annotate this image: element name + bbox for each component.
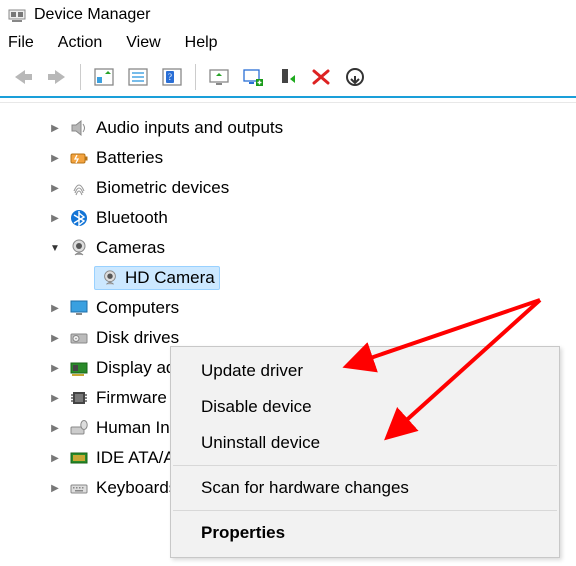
monitor-plus-icon [242,67,264,87]
chevron-down-icon[interactable]: ▼ [48,241,62,255]
context-menu: Update driver Disable device Uninstall d… [170,346,560,558]
tree-label: Bluetooth [96,208,168,228]
scan-button[interactable] [202,62,236,92]
context-menu-separator [173,510,557,511]
chip-icon [68,387,90,409]
show-hidden-button[interactable] [87,62,121,92]
chevron-right-icon[interactable]: ▶ [48,301,62,315]
cm-update-driver[interactable]: Update driver [171,353,559,389]
toolbar-separator [80,64,81,90]
menu-help[interactable]: Help [185,34,218,52]
bluetooth-icon [68,207,90,229]
ide-icon [68,447,90,469]
tree-label: Cameras [96,238,165,258]
nav-forward-button[interactable] [40,62,74,92]
monitor-icon [68,297,90,319]
delete-x-icon [310,67,332,87]
menu-file[interactable]: File [8,34,34,52]
tree-label: HD Camera [125,268,215,288]
arrow-left-icon [12,68,34,86]
tree-node-audio[interactable]: ▶ Audio inputs and outputs [0,113,576,143]
fingerprint-icon [68,177,90,199]
chevron-right-icon[interactable]: ▶ [48,181,62,195]
tree-node-cameras[interactable]: ▼ Cameras [0,233,576,263]
chevron-right-icon[interactable]: ▶ [48,391,62,405]
titlebar: Device Manager [0,0,576,30]
panel-icon [93,67,115,87]
context-menu-separator [173,465,557,466]
camera-icon [99,267,121,289]
menubar: File Action View Help [0,30,576,58]
cm-disable-device[interactable]: Disable device [171,389,559,425]
chevron-right-icon[interactable]: ▶ [48,121,62,135]
add-hardware-button[interactable] [236,62,270,92]
keyboard-icon [68,477,90,499]
eject-green-icon [276,67,298,87]
uninstall-button[interactable] [304,62,338,92]
chevron-right-icon[interactable]: ▶ [48,151,62,165]
help-icon: ? [161,67,183,87]
menu-view[interactable]: View [126,34,160,52]
properties-list-button[interactable] [121,62,155,92]
help-button[interactable]: ? [155,62,189,92]
device-manager-icon [8,6,26,24]
tree-label: Firmware [96,388,167,408]
tree-label: Batteries [96,148,163,168]
window-title: Device Manager [34,6,151,24]
battery-icon [68,147,90,169]
tree-label: Keyboards [96,478,177,498]
chevron-right-icon[interactable]: ▶ [48,421,62,435]
display-adapter-icon [68,357,90,379]
camera-icon [68,237,90,259]
tree-label: Biometric devices [96,178,229,198]
speaker-icon [68,117,90,139]
cm-properties[interactable]: Properties [171,515,559,551]
chevron-right-icon[interactable]: ▶ [48,481,62,495]
enable-button[interactable] [270,62,304,92]
tree-label: Disk drives [96,328,179,348]
update-circle-icon [344,67,366,87]
toolbar: ? [0,58,576,98]
list-panel-icon [127,67,149,87]
arrow-right-icon [46,68,68,86]
toolbar-separator [195,64,196,90]
chevron-right-icon[interactable]: ▶ [48,361,62,375]
cm-uninstall-device[interactable]: Uninstall device [171,425,559,461]
scan-icon [208,67,230,87]
chevron-right-icon[interactable]: ▶ [48,451,62,465]
tree-node-computers[interactable]: ▶ Computers [0,293,576,323]
cm-scan-hardware[interactable]: Scan for hardware changes [171,470,559,506]
disk-icon [68,327,90,349]
tree-node-biometric[interactable]: ▶ Biometric devices [0,173,576,203]
tree-node-batteries[interactable]: ▶ Batteries [0,143,576,173]
svg-text:?: ? [168,72,172,82]
hid-icon [68,417,90,439]
chevron-right-icon[interactable]: ▶ [48,331,62,345]
menu-action[interactable]: Action [58,34,102,52]
chevron-right-icon[interactable]: ▶ [48,211,62,225]
tree-label: Audio inputs and outputs [96,118,283,138]
tree-node-hd-camera[interactable]: HD Camera [0,263,576,293]
tree-label: Computers [96,298,179,318]
update-button[interactable] [338,62,372,92]
tree-node-bluetooth[interactable]: ▶ Bluetooth [0,203,576,233]
nav-back-button[interactable] [6,62,40,92]
